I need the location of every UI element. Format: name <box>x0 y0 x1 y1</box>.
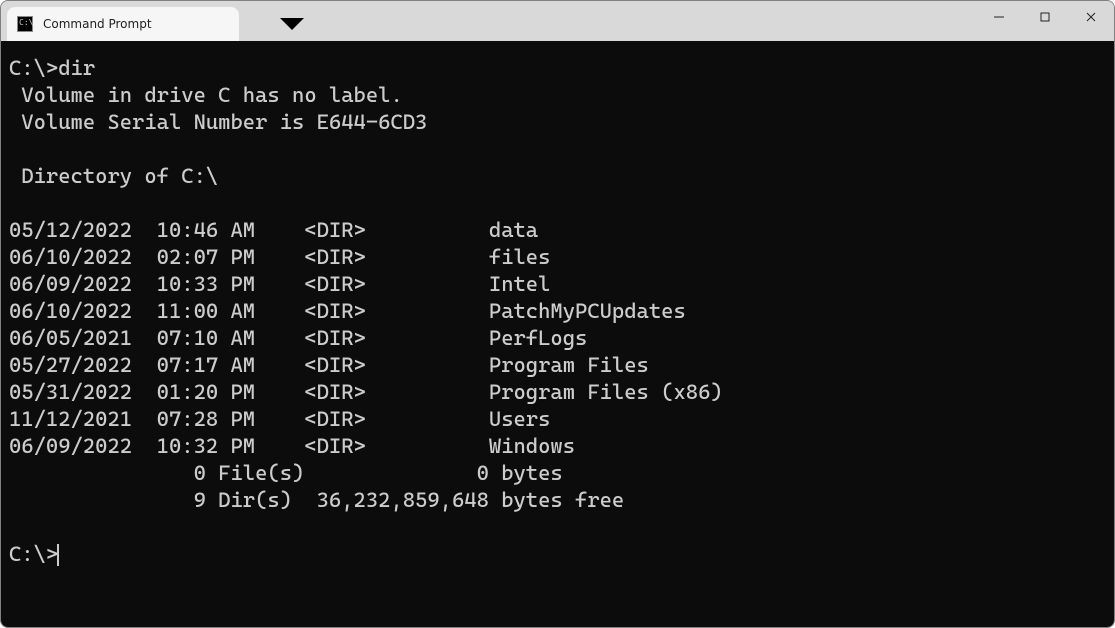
cmd-icon <box>17 16 33 32</box>
terminal-output[interactable]: C:\>dir Volume in drive C has no label. … <box>9 55 1106 568</box>
tab-title: Command Prompt <box>43 17 203 31</box>
terminal-cursor <box>57 544 59 566</box>
window-frame: Command Prompt C:\>dir Volume in drive C… <box>0 0 1115 628</box>
maximize-button[interactable] <box>1022 1 1068 33</box>
tab-dropdown-button[interactable] <box>277 9 307 39</box>
title-bar[interactable]: Command Prompt <box>1 1 1114 41</box>
new-tab-button[interactable] <box>243 9 273 39</box>
tab-command-prompt[interactable]: Command Prompt <box>7 7 239 41</box>
tab-close-button[interactable] <box>213 16 229 32</box>
minimize-button[interactable] <box>976 1 1022 33</box>
terminal-viewport[interactable]: C:\>dir Volume in drive C has no label. … <box>1 41 1114 627</box>
window-controls <box>976 1 1114 41</box>
close-button[interactable] <box>1068 1 1114 33</box>
